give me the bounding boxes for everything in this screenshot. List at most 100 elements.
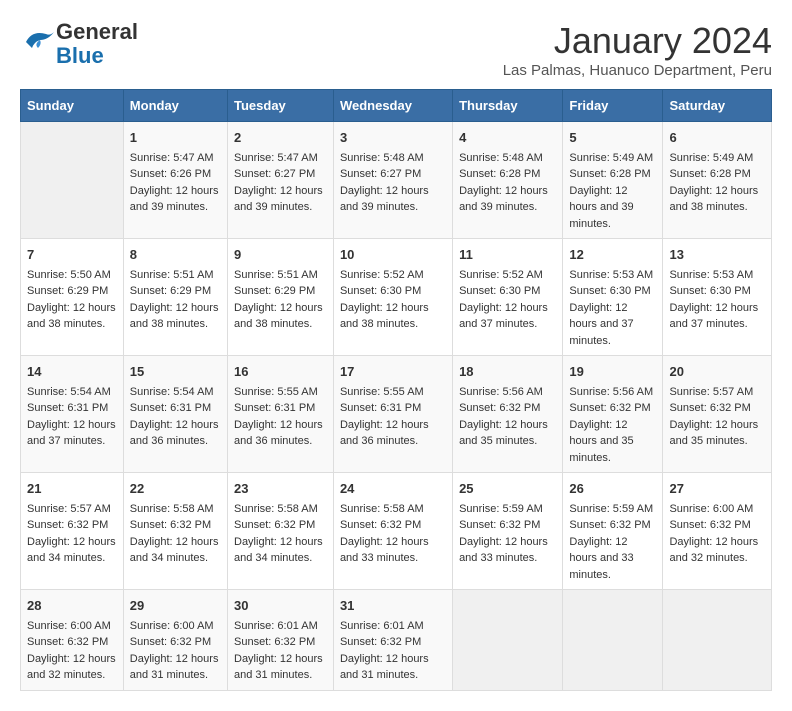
calendar-cell: 16Sunrise: 5:55 AMSunset: 6:31 PMDayligh… [228, 356, 334, 473]
sunrise-text: Sunrise: 5:47 AM [130, 150, 221, 167]
daylight-text: Daylight: 12 hours and 31 minutes. [234, 651, 327, 684]
sunrise-text: Sunrise: 6:00 AM [130, 618, 221, 635]
calendar-cell [453, 590, 563, 691]
sunset-text: Sunset: 6:32 PM [27, 517, 117, 534]
daylight-text: Daylight: 12 hours and 38 minutes. [340, 300, 446, 333]
daylight-text: Daylight: 12 hours and 37 minutes. [669, 300, 765, 333]
daylight-text: Daylight: 12 hours and 35 minutes. [669, 417, 765, 450]
calendar-cell: 28Sunrise: 6:00 AMSunset: 6:32 PMDayligh… [21, 590, 124, 691]
sunset-text: Sunset: 6:30 PM [459, 283, 556, 300]
page-header: General Blue January 2024 Las Palmas, Hu… [20, 20, 772, 79]
sunset-text: Sunset: 6:29 PM [234, 283, 327, 300]
calendar-cell: 20Sunrise: 5:57 AMSunset: 6:32 PMDayligh… [663, 356, 772, 473]
day-number: 23 [234, 479, 327, 499]
calendar-cell: 3Sunrise: 5:48 AMSunset: 6:27 PMDaylight… [333, 122, 452, 239]
day-number: 13 [669, 245, 765, 265]
day-number: 15 [130, 362, 221, 382]
weekday-header-row: SundayMondayTuesdayWednesdayThursdayFrid… [21, 90, 772, 122]
sunset-text: Sunset: 6:32 PM [27, 634, 117, 651]
sunset-text: Sunset: 6:27 PM [234, 166, 327, 183]
sunrise-text: Sunrise: 5:49 AM [669, 150, 765, 167]
weekday-header-tuesday: Tuesday [228, 90, 334, 122]
daylight-text: Daylight: 12 hours and 33 minutes. [569, 534, 656, 584]
calendar-cell: 27Sunrise: 6:00 AMSunset: 6:32 PMDayligh… [663, 473, 772, 590]
sunrise-text: Sunrise: 6:00 AM [27, 618, 117, 635]
sunrise-text: Sunrise: 5:59 AM [459, 501, 556, 518]
calendar-cell: 18Sunrise: 5:56 AMSunset: 6:32 PMDayligh… [453, 356, 563, 473]
day-number: 11 [459, 245, 556, 265]
week-row-1: 7Sunrise: 5:50 AMSunset: 6:29 PMDaylight… [21, 239, 772, 356]
day-number: 30 [234, 596, 327, 616]
sunset-text: Sunset: 6:28 PM [459, 166, 556, 183]
day-number: 12 [569, 245, 656, 265]
day-number: 6 [669, 128, 765, 148]
sunrise-text: Sunrise: 5:53 AM [569, 267, 656, 284]
sunrise-text: Sunrise: 5:59 AM [569, 501, 656, 518]
logo-text: General Blue [56, 20, 138, 68]
daylight-text: Daylight: 12 hours and 36 minutes. [340, 417, 446, 450]
daylight-text: Daylight: 12 hours and 33 minutes. [459, 534, 556, 567]
weekday-header-thursday: Thursday [453, 90, 563, 122]
sunset-text: Sunset: 6:28 PM [569, 166, 656, 183]
sunset-text: Sunset: 6:32 PM [459, 517, 556, 534]
day-number: 3 [340, 128, 446, 148]
sunset-text: Sunset: 6:31 PM [130, 400, 221, 417]
sunrise-text: Sunrise: 5:51 AM [130, 267, 221, 284]
calendar-cell: 10Sunrise: 5:52 AMSunset: 6:30 PMDayligh… [333, 239, 452, 356]
sunrise-text: Sunrise: 5:51 AM [234, 267, 327, 284]
day-number: 7 [27, 245, 117, 265]
sunset-text: Sunset: 6:29 PM [27, 283, 117, 300]
sunset-text: Sunset: 6:26 PM [130, 166, 221, 183]
day-number: 10 [340, 245, 446, 265]
sunset-text: Sunset: 6:30 PM [669, 283, 765, 300]
day-number: 19 [569, 362, 656, 382]
calendar-cell: 15Sunrise: 5:54 AMSunset: 6:31 PMDayligh… [123, 356, 227, 473]
calendar-cell: 25 Sunrise: 5:59 AMSunset: 6:32 PMDayligh… [453, 473, 563, 590]
calendar-cell: 11Sunrise: 5:52 AMSunset: 6:30 PMDayligh… [453, 239, 563, 356]
calendar-cell: 21Sunrise: 5:57 AMSunset: 6:32 PMDayligh… [21, 473, 124, 590]
day-number: 22 [130, 479, 221, 499]
calendar-cell: 7Sunrise: 5:50 AMSunset: 6:29 PMDaylight… [21, 239, 124, 356]
day-number: 20 [669, 362, 765, 382]
sunrise-text: Sunrise: 5:56 AM [459, 384, 556, 401]
daylight-text: Daylight: 12 hours and 39 minutes. [130, 183, 221, 216]
calendar-cell: 30Sunrise: 6:01 AMSunset: 6:32 PMDayligh… [228, 590, 334, 691]
calendar-cell: 8Sunrise: 5:51 AMSunset: 6:29 PMDaylight… [123, 239, 227, 356]
day-number: 9 [234, 245, 327, 265]
sunset-text: Sunset: 6:31 PM [340, 400, 446, 417]
calendar-cell: 29Sunrise: 6:00 AMSunset: 6:32 PMDayligh… [123, 590, 227, 691]
sunrise-text: Sunrise: 5:55 AM [234, 384, 327, 401]
sunset-text: Sunset: 6:32 PM [130, 517, 221, 534]
daylight-text: Daylight: 12 hours and 32 minutes. [669, 534, 765, 567]
week-row-4: 28Sunrise: 6:00 AMSunset: 6:32 PMDayligh… [21, 590, 772, 691]
calendar-cell: 22Sunrise: 5:58 AMSunset: 6:32 PMDayligh… [123, 473, 227, 590]
sunrise-text: Sunrise: 5:52 AM [340, 267, 446, 284]
day-number: 1 [130, 128, 221, 148]
calendar-cell: 5Sunrise: 5:49 AMSunset: 6:28 PMDaylight… [563, 122, 663, 239]
week-row-2: 14Sunrise: 5:54 AMSunset: 6:31 PMDayligh… [21, 356, 772, 473]
calendar-cell: 1 Sunrise: 5:47 AMSunset: 6:26 PMDaylight… [123, 122, 227, 239]
day-number: 21 [27, 479, 117, 499]
sunrise-text: Sunrise: 6:01 AM [234, 618, 327, 635]
sunset-text: Sunset: 6:32 PM [669, 400, 765, 417]
calendar-cell: 23Sunrise: 5:58 AMSunset: 6:32 PMDayligh… [228, 473, 334, 590]
calendar-cell: 12Sunrise: 5:53 AMSunset: 6:30 PMDayligh… [563, 239, 663, 356]
daylight-text: Daylight: 12 hours and 38 minutes. [27, 300, 117, 333]
day-number: 25 [459, 479, 556, 499]
weekday-header-monday: Monday [123, 90, 227, 122]
sunrise-text: Sunrise: 5:48 AM [459, 150, 556, 167]
calendar-cell: 6Sunrise: 5:49 AMSunset: 6:28 PMDaylight… [663, 122, 772, 239]
sunrise-text: Sunrise: 5:58 AM [340, 501, 446, 518]
day-number: 27 [669, 479, 765, 499]
day-number: 4 [459, 128, 556, 148]
daylight-text: Daylight: 12 hours and 32 minutes. [27, 651, 117, 684]
day-number: 16 [234, 362, 327, 382]
weekday-header-saturday: Saturday [663, 90, 772, 122]
calendar-cell [663, 590, 772, 691]
logo-bird-icon [20, 26, 56, 63]
daylight-text: Daylight: 12 hours and 35 minutes. [569, 417, 656, 467]
weekday-header-sunday: Sunday [21, 90, 124, 122]
sunrise-text: Sunrise: 5:58 AM [234, 501, 327, 518]
sunrise-text: Sunrise: 5:57 AM [27, 501, 117, 518]
day-number: 14 [27, 362, 117, 382]
